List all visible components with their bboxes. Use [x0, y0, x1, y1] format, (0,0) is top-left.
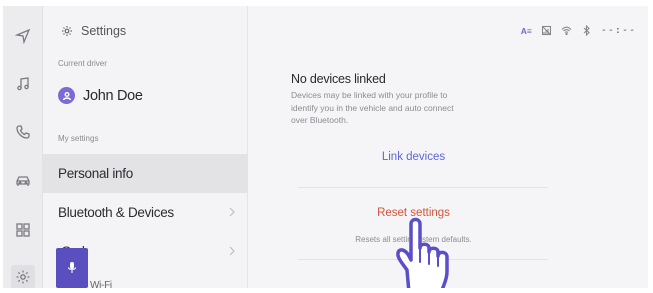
settings-panel: Settings Current driver John Doe My sett…: [43, 6, 248, 291]
frame-top-edge: [0, 0, 653, 6]
bluetooth-icon: [581, 25, 592, 36]
menu-item-label: Bluetooth & Devices: [58, 205, 174, 220]
link-devices-button[interactable]: Link devices: [248, 151, 579, 163]
user-icon: [62, 91, 71, 100]
panel-title: Settings: [81, 24, 127, 38]
menu-item-bluetooth-devices[interactable]: Bluetooth & Devices: [43, 193, 248, 232]
apps-icon[interactable]: [11, 218, 35, 242]
tap-hand-cursor-icon: [396, 217, 449, 293]
driver-profile[interactable]: John Doe: [58, 87, 143, 104]
chevron-right-icon: [228, 245, 236, 257]
text-size-icon: A≡: [520, 25, 532, 36]
car-icon[interactable]: [11, 169, 35, 193]
divider: [298, 187, 548, 188]
phone-icon[interactable]: [11, 120, 35, 144]
driver-name: John Doe: [83, 87, 143, 104]
status-bar: A≡ --:--: [521, 25, 636, 36]
settings-icon[interactable]: [11, 265, 35, 289]
screen-frame: Settings Current driver John Doe My sett…: [0, 0, 653, 293]
voice-assistant-button[interactable]: [56, 248, 88, 288]
navigation-icon[interactable]: [11, 24, 35, 48]
icon-rail: [3, 6, 43, 289]
chevron-right-icon: [228, 206, 236, 218]
clock: --:--: [600, 25, 636, 36]
wifi-icon: [561, 25, 572, 36]
microphone-icon: [67, 262, 77, 273]
menu-item-personal-info[interactable]: Personal info: [43, 154, 248, 193]
my-settings-label: My settings: [58, 134, 99, 143]
avatar: [58, 87, 75, 104]
frame-right-edge: [648, 0, 653, 293]
menu-item-label: Personal info: [58, 166, 133, 181]
frame-left-edge: [0, 0, 3, 293]
frame-bottom-edge: [0, 288, 653, 293]
no-signal-icon: [541, 25, 552, 36]
no-devices-title: No devices linked: [291, 72, 386, 86]
no-devices-description: Devices may be linked with your profile …: [291, 90, 454, 125]
current-driver-label: Current driver: [58, 59, 107, 68]
music-icon[interactable]: [11, 72, 35, 96]
gear-icon: [62, 26, 72, 36]
panel-header: Settings: [61, 24, 126, 38]
